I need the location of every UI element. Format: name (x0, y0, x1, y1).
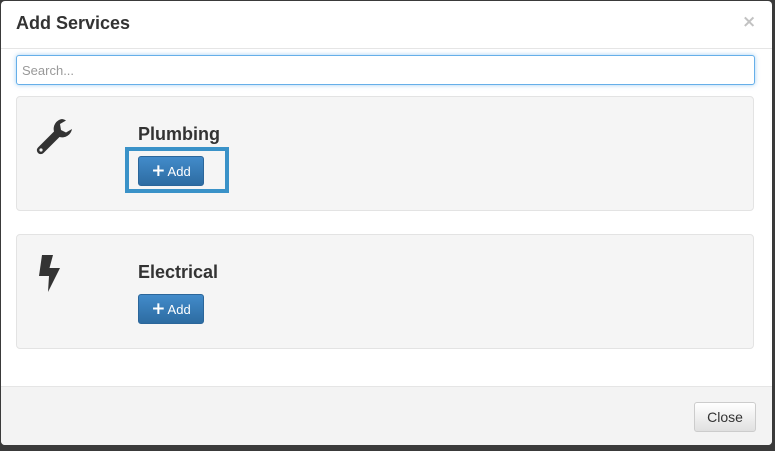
lightning-bolt-icon (37, 255, 65, 298)
add-services-modal: Add Services × Plumbing + Add Electrical… (1, 1, 772, 445)
service-title: Plumbing (138, 124, 220, 144)
service-title: Electrical (138, 262, 219, 282)
wrench-icon (35, 117, 75, 162)
service-card-electrical: Electrical + Add (16, 234, 754, 349)
add-electrical-button[interactable]: + Add (138, 294, 204, 324)
service-card-plumbing: Plumbing + Add (16, 96, 754, 211)
plus-icon: + (151, 298, 166, 319)
add-button-label: Add (167, 163, 191, 179)
close-icon[interactable]: × (742, 13, 756, 31)
plus-icon: + (151, 160, 166, 181)
add-plumbing-button[interactable]: + Add (138, 156, 204, 186)
search-input[interactable] (16, 55, 755, 85)
modal-header: Add Services × (1, 1, 772, 49)
add-button-label: Add (167, 301, 191, 317)
modal-title: Add Services (16, 13, 131, 33)
modal-footer: Close (1, 386, 772, 445)
close-button[interactable]: Close (694, 402, 756, 432)
